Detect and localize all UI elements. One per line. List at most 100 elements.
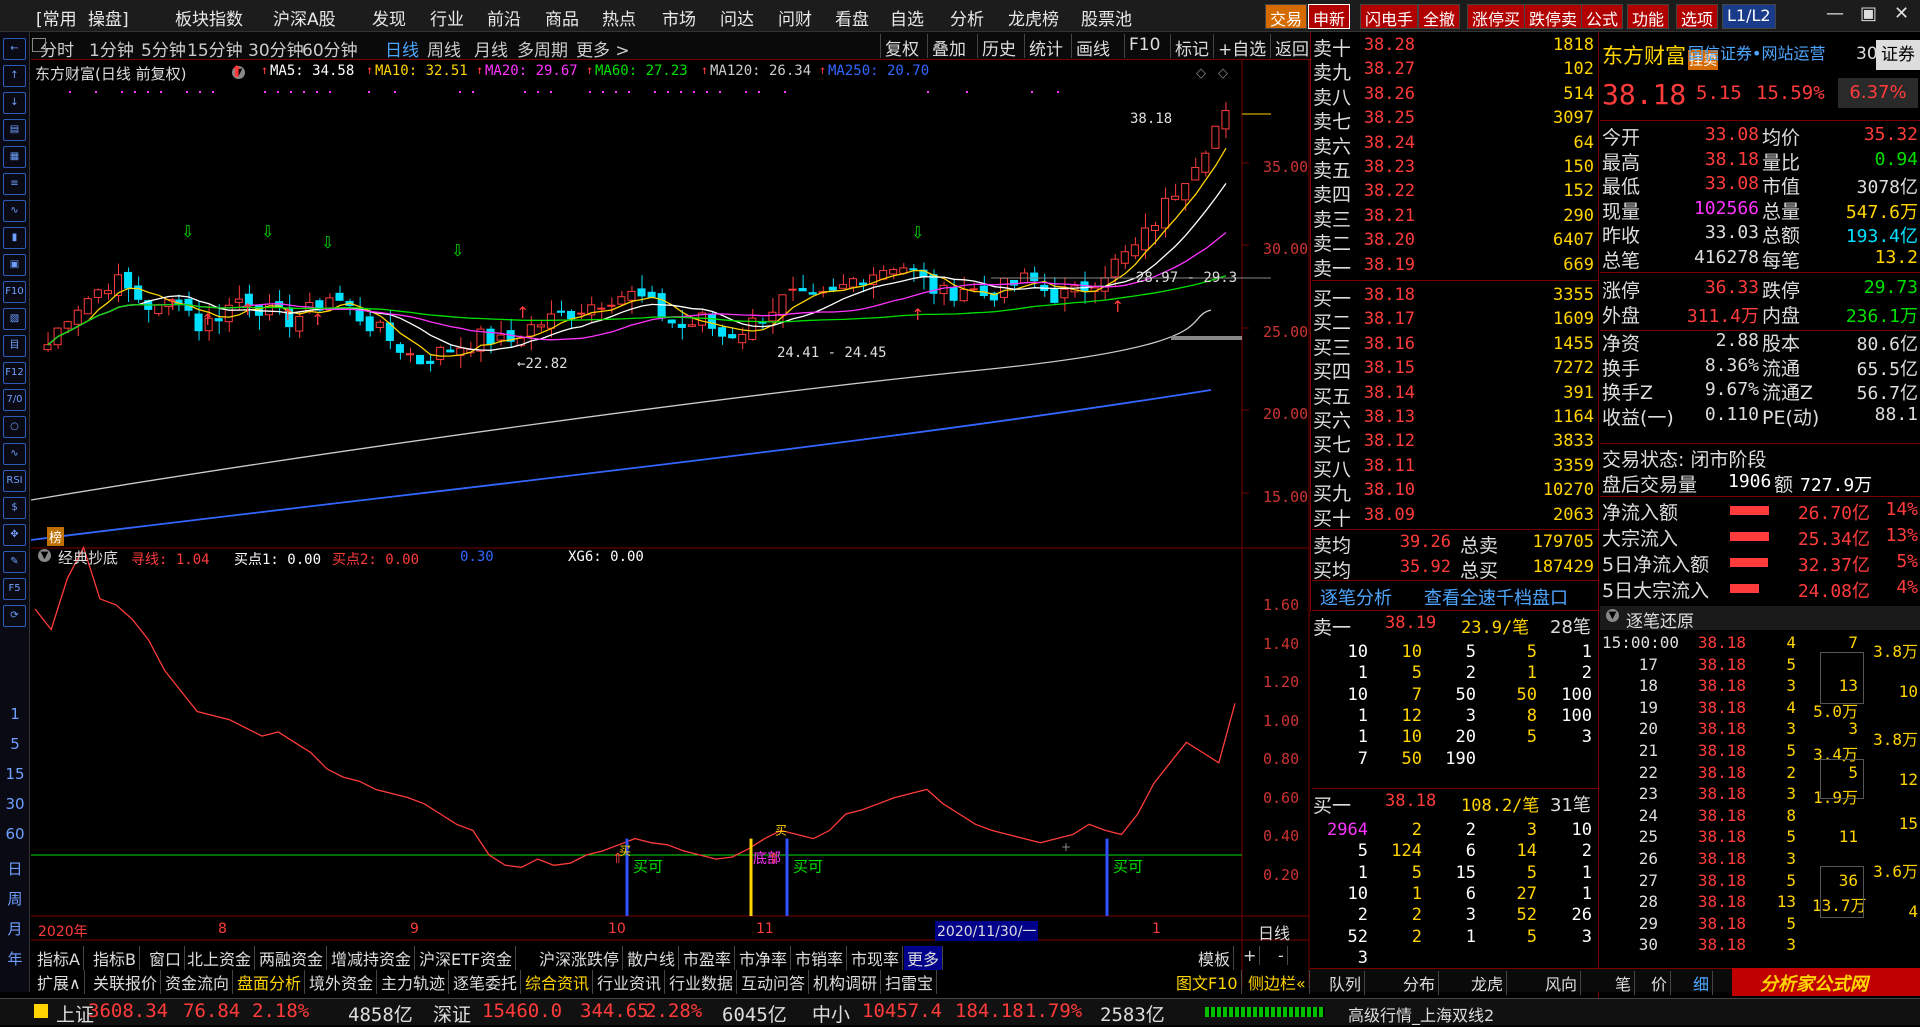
bottom-tab-11[interactable]: 市销率 — [792, 946, 848, 970]
status-zx-label[interactable]: 中小 — [812, 1000, 850, 1027]
period-6[interactable]: 周 — [0, 888, 30, 909]
sell-price[interactable]: 38.19 — [1325, 255, 1415, 275]
bottom-tab2-2[interactable]: 资金流向 — [162, 970, 234, 994]
f6-icon[interactable]: 7/0 — [3, 389, 26, 411]
period-tab-6[interactable]: 日线 — [385, 36, 419, 61]
buy-price[interactable]: 38.11 — [1325, 456, 1415, 476]
buy-volume[interactable]: 3359 — [1484, 456, 1594, 476]
status-sz-amt[interactable]: 6045亿 — [722, 1000, 787, 1027]
buy-price[interactable]: 38.15 — [1325, 358, 1415, 378]
period-tab-10[interactable]: 更多 > — [576, 36, 630, 61]
money-icon[interactable]: $ — [3, 497, 26, 519]
maximize-icon[interactable]: ▣ — [1860, 3, 1877, 24]
bottom-tab-12[interactable]: 市现率 — [848, 946, 904, 970]
status-sh-chg[interactable]: 76.84 — [183, 1000, 240, 1022]
sell-volume[interactable]: 6407 — [1484, 230, 1594, 250]
bottom-tab2-7[interactable]: 综合资讯 — [522, 970, 594, 994]
bottom-tab2-1[interactable]: 关联报价 — [90, 970, 162, 994]
menu-item-12[interactable]: 看盘 — [835, 5, 869, 30]
bottom-tab2-12[interactable]: 扫雷宝 — [882, 970, 938, 994]
period-4[interactable]: 60 — [0, 825, 30, 843]
menu-item-1[interactable]: 操盘] — [88, 5, 129, 30]
bottom-tab2-8[interactable]: 行业资讯 — [594, 970, 666, 994]
status-zx-pct[interactable]: 1.79% — [1025, 1000, 1082, 1022]
tool-7[interactable]: +自选 — [1213, 34, 1270, 60]
toolbar-btn-2[interactable]: 闪电手 — [1360, 4, 1419, 29]
buy-price[interactable]: 38.10 — [1325, 480, 1415, 500]
sell-price[interactable]: 38.28 — [1325, 35, 1415, 55]
chevron-down-icon[interactable]: ▼ — [1606, 609, 1619, 622]
right-tab-1[interactable]: 分布 — [1400, 971, 1440, 995]
bottom-tab2-4[interactable]: 境外资金 — [306, 970, 378, 994]
buy-volume[interactable]: 1455 — [1484, 334, 1594, 354]
tool-0[interactable]: 复权 — [880, 34, 923, 60]
pencil-icon[interactable]: ✎ — [3, 551, 26, 573]
menu-item-3[interactable]: 沪深A股 — [273, 5, 336, 30]
line-chart-icon[interactable]: ∿ — [3, 200, 26, 222]
bottom-tab-13[interactable]: 更多 — [904, 946, 944, 970]
bottom-tab-6[interactable]: 沪深ETF资金 — [416, 946, 517, 970]
toolbar-btn-4[interactable]: 涨停买 — [1467, 4, 1526, 29]
close-icon[interactable]: ✕ — [1894, 3, 1909, 24]
period-tab-8[interactable]: 月线 — [474, 36, 508, 61]
broker-label[interactable]: 国信证券•网站运营 — [1688, 40, 1825, 64]
sell-price[interactable]: 38.23 — [1325, 157, 1415, 177]
f5-icon[interactable]: F5 — [3, 578, 26, 600]
toolbar-btn-6[interactable]: 公式 — [1581, 4, 1624, 29]
f12-icon[interactable]: F12 — [3, 362, 26, 384]
buy-volume[interactable]: 3833 — [1484, 431, 1594, 451]
sell-price[interactable]: 38.20 — [1325, 230, 1415, 250]
status-sz[interactable]: 15460.0 — [482, 1000, 562, 1022]
buy-volume[interactable]: 10270 — [1484, 480, 1594, 500]
period-label[interactable]: 日线 — [1258, 920, 1290, 944]
menu-item-11[interactable]: 问财 — [778, 5, 812, 30]
period-5[interactable]: 日 — [0, 858, 30, 879]
chart-icon[interactable]: ▤ — [3, 119, 26, 141]
bottom-tab-3[interactable]: 北上资金 — [184, 946, 256, 970]
bottom-tab-0[interactable]: 指标A — [34, 946, 84, 970]
candle-icon[interactable]: ▮ — [3, 227, 26, 249]
bottom-tab-right-2[interactable]: - — [1275, 946, 1288, 965]
board-icon[interactable]: ▣ — [3, 254, 26, 276]
right-tab-3[interactable]: 风向 — [1542, 971, 1582, 995]
bottom-tab2-11[interactable]: 机构调研 — [810, 970, 882, 994]
diamond-icon[interactable]: ◇ — [1196, 66, 1206, 81]
menu-item-9[interactable]: 市场 — [662, 5, 696, 30]
bottom-tab2-9[interactable]: 行业数据 — [666, 970, 738, 994]
quote-icon[interactable]: 目 — [3, 335, 26, 357]
right-tab-2[interactable]: 龙虎 — [1468, 971, 1508, 995]
toolbar-btn-9[interactable]: L1/L2 — [1722, 4, 1776, 29]
menu-item-6[interactable]: 前沿 — [487, 5, 521, 30]
doc-icon[interactable]: ▧ — [3, 308, 26, 330]
right-tab-4[interactable]: 笔 — [1612, 971, 1636, 995]
rsi-icon[interactable]: RSI — [3, 470, 26, 492]
toolbar-btn-3[interactable]: 全撤 — [1418, 4, 1461, 29]
menu-item-16[interactable]: 股票池 — [1081, 5, 1132, 30]
sell-volume[interactable]: 102 — [1484, 59, 1594, 79]
bottom-tab-right-1[interactable]: + — [1240, 946, 1261, 965]
menu-item-14[interactable]: 分析 — [950, 5, 984, 30]
bottom-tab-10[interactable]: 市净率 — [736, 946, 792, 970]
right-tab-6[interactable]: 细 — [1690, 971, 1714, 995]
sell-volume[interactable]: 514 — [1484, 84, 1594, 104]
menu-item-10[interactable]: 问达 — [720, 5, 754, 30]
bottom-tab2-0[interactable]: 扩展∧ — [34, 970, 85, 994]
toolbar-btn-5[interactable]: 跌停卖 — [1524, 4, 1583, 29]
bottom-tab-9[interactable]: 市盈率 — [680, 946, 736, 970]
toolbar-btn-0[interactable]: 交易 — [1265, 4, 1308, 29]
arrow-up-icon[interactable]: ↑ — [3, 65, 26, 87]
status-sh[interactable]: 3608.34 — [88, 1000, 168, 1022]
period-tab-1[interactable]: 1分钟 — [89, 36, 134, 61]
menu-item-4[interactable]: 发现 — [372, 5, 406, 30]
sell-price[interactable]: 38.25 — [1325, 108, 1415, 128]
status-sz-label[interactable]: 深证 — [433, 1000, 471, 1027]
tool-4[interactable]: 画线 — [1071, 34, 1114, 60]
right-tab-0[interactable]: 队列 — [1326, 971, 1366, 995]
buy-price[interactable]: 38.13 — [1325, 407, 1415, 427]
bottom-tab2-6[interactable]: 逐笔委托 — [450, 970, 522, 994]
right-tab-5[interactable]: 价 — [1648, 971, 1672, 995]
tool-3[interactable]: 统计 — [1024, 34, 1067, 60]
buy-price[interactable]: 38.17 — [1325, 309, 1415, 329]
menu-item-2[interactable]: 板块指数 — [175, 5, 243, 30]
status-sz-pct[interactable]: 2.28% — [645, 1000, 702, 1022]
